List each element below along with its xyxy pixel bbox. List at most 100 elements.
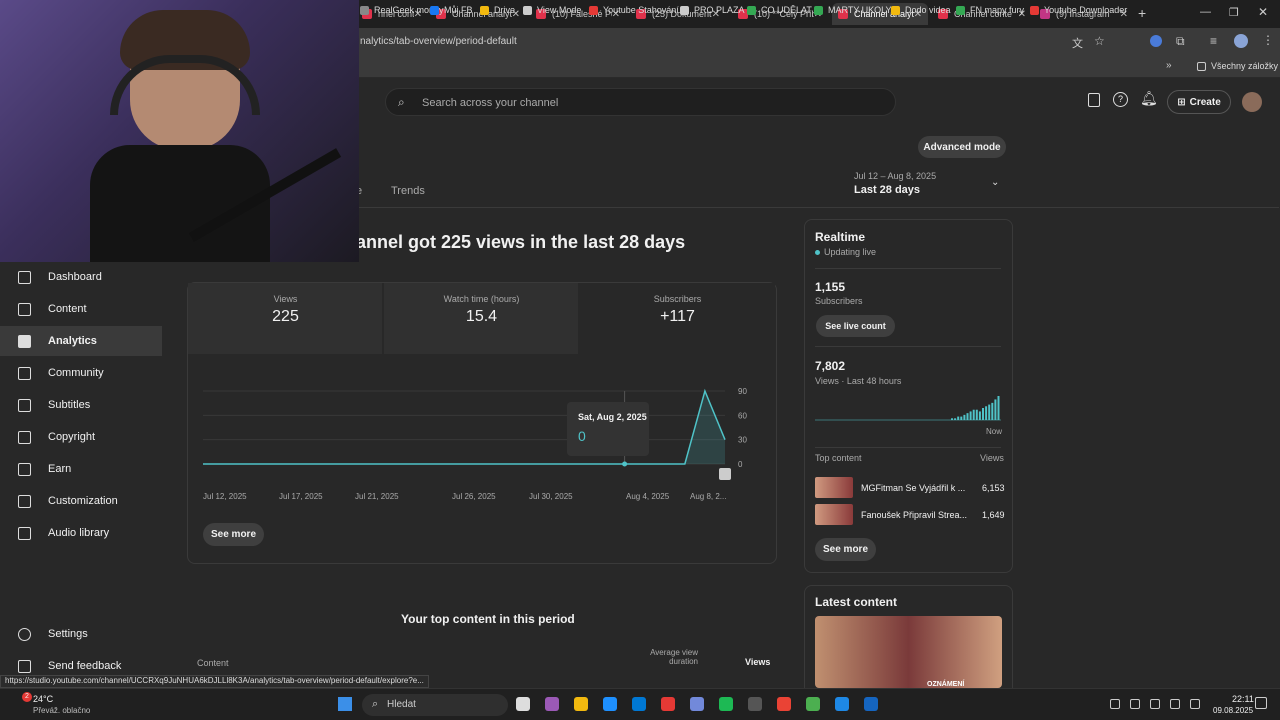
sidebar-item-subtitles[interactable]: Subtitles xyxy=(0,390,162,420)
period-label[interactable]: Last 28 days xyxy=(854,184,920,196)
sidebar-item-audio-library[interactable]: Audio library xyxy=(0,518,162,548)
taskbar-app-icon[interactable] xyxy=(690,697,704,711)
bookmark-item[interactable]: PRO PLAZA xyxy=(680,5,745,15)
sidebar-item-copyright[interactable]: Copyright xyxy=(0,422,162,452)
chart-hover-point[interactable] xyxy=(622,461,628,467)
taskbar-app-icon[interactable] xyxy=(516,697,530,711)
all-bookmarks[interactable]: Všechny záložky xyxy=(1197,61,1278,71)
sidebar-item-analytics[interactable]: Analytics xyxy=(0,326,162,356)
sidebar-item-community[interactable]: Community xyxy=(0,358,162,388)
video-thumbnail[interactable] xyxy=(815,504,853,525)
x-tick-label: Jul 26, 2025 xyxy=(452,492,496,501)
metric-value: 225 xyxy=(272,308,299,325)
metric-tab[interactable]: Watch time (hours) 15.4 xyxy=(384,283,579,354)
new-tab-button[interactable]: + xyxy=(1138,5,1146,21)
tab-trends[interactable]: Trends xyxy=(391,185,425,197)
translate-icon[interactable]: 文 xyxy=(1072,35,1083,51)
taskbar-app-icon[interactable] xyxy=(545,697,559,711)
status-text: Updating live xyxy=(824,247,877,257)
puzzle-icon[interactable]: ⧉ xyxy=(1176,34,1185,49)
taskbar-app-icon[interactable] xyxy=(719,697,733,711)
chevron-down-icon[interactable]: ⌄ xyxy=(991,177,999,188)
search-input[interactable]: Search across your channel xyxy=(422,97,558,109)
taskbar-app-icon[interactable] xyxy=(603,697,617,711)
bookmark-icon xyxy=(360,5,369,15)
windows-taskbar: 2 24°C Převáž. oblačno ⌕ Hledat 22:11 09… xyxy=(0,688,1280,720)
weather-temp[interactable]: 24°C xyxy=(33,694,53,704)
search-icon: ⌕ xyxy=(398,95,405,109)
clock-date[interactable]: 09.08.2025 xyxy=(1213,706,1253,715)
sidebar-item-label: Analytics xyxy=(48,335,97,347)
taskbar-app-icon[interactable] xyxy=(661,697,675,711)
avg-view-duration-header[interactable]: Average view duration xyxy=(628,648,698,666)
realtime-bar xyxy=(960,416,963,420)
bookmark-item[interactable]: Youtube Stahování xyxy=(589,5,679,15)
taskbar-app-icon[interactable] xyxy=(574,697,588,711)
taskbar-app-icon[interactable] xyxy=(864,697,878,711)
sidebar-item-dashboard[interactable]: Dashboard xyxy=(0,262,162,292)
taskbar-app-icon[interactable] xyxy=(835,697,849,711)
windows-start-icon[interactable] xyxy=(338,697,352,711)
bookmark-icon xyxy=(680,5,689,15)
bookmarks-overflow-icon[interactable]: » xyxy=(1166,60,1172,71)
sidebar-item-earn[interactable]: Earn xyxy=(0,454,162,484)
profile-avatar[interactable] xyxy=(1234,34,1248,48)
kebab-menu-icon[interactable]: ⋮ xyxy=(1262,33,1274,47)
top-content-title[interactable]: Fanoušek Připravil Strea... xyxy=(861,510,967,520)
taskbar-app-icon[interactable] xyxy=(632,697,646,711)
close-window-icon[interactable]: ✕ xyxy=(1258,5,1268,19)
create-button[interactable]: ⊞ Create xyxy=(1167,90,1231,114)
tray-icon[interactable] xyxy=(1190,699,1200,709)
video-thumbnail[interactable] xyxy=(815,477,853,498)
notification-center-icon[interactable] xyxy=(1255,697,1267,709)
bookmark-item[interactable]: Youtube Downloader xyxy=(1030,5,1127,15)
sidebar-item-customization[interactable]: Customization xyxy=(0,486,162,516)
sidebar-item-icon xyxy=(18,302,31,316)
metric-label: Watch time (hours) xyxy=(443,294,520,304)
notifications-bell-icon[interactable]: 🔔︎ xyxy=(1140,90,1158,107)
realtime-see-more-button[interactable]: See more xyxy=(815,538,876,561)
bookmark-item[interactable]: Můj FB xyxy=(430,5,473,15)
bookmark-item[interactable]: Dodo videa xyxy=(891,5,951,15)
divider xyxy=(815,268,1001,269)
taskbar-app-icon[interactable] xyxy=(806,697,820,711)
url-text[interactable]: nalytics/tab-overview/period-default xyxy=(360,36,517,47)
weather-desc[interactable]: Převáž. oblačno xyxy=(33,706,90,715)
views-column-header[interactable]: Views xyxy=(745,657,770,667)
channel-avatar[interactable] xyxy=(1242,92,1262,112)
clock-time[interactable]: 22:11 xyxy=(1232,694,1254,704)
tray-icon[interactable] xyxy=(1150,699,1160,709)
bookmark-item[interactable]: Drive xyxy=(480,5,515,15)
taskbar-app-icon[interactable] xyxy=(777,697,791,711)
maximize-icon[interactable]: ❐ xyxy=(1229,6,1239,19)
metric-tab[interactable]: Views 225 xyxy=(188,283,383,354)
bookmark-item[interactable]: View Mode xyxy=(523,5,581,15)
see-more-button[interactable]: See more xyxy=(203,523,264,546)
latest-video-thumbnail[interactable]: OZNÁMENÍ xyxy=(815,616,1002,688)
tray-icon[interactable] xyxy=(1110,699,1120,709)
metric-value: +117 xyxy=(660,308,695,325)
bookmark-item[interactable]: CO UDĚLAT xyxy=(747,5,812,15)
feedback-icon[interactable] xyxy=(1088,93,1100,107)
bookmark-star-icon[interactable]: ☆ xyxy=(1094,34,1105,48)
subs-value: 1,155 xyxy=(815,280,846,294)
extension-icon[interactable] xyxy=(1150,35,1162,47)
help-icon[interactable]: ? xyxy=(1113,92,1128,107)
top-content-title[interactable]: MGFitman Se Vyjádřil k ... xyxy=(861,483,965,493)
minimize-icon[interactable]: — xyxy=(1200,6,1211,18)
bookmark-item[interactable]: FN mapy fury xyxy=(956,5,1024,15)
sidebar-item-settings[interactable]: Settings xyxy=(0,619,162,649)
see-live-count-button[interactable]: See live count xyxy=(816,315,895,337)
taskbar-app-icon[interactable] xyxy=(748,697,762,711)
sidebar-item-content[interactable]: Content xyxy=(0,294,162,324)
search-box[interactable]: ⌕ Search across your channel xyxy=(385,88,896,116)
play-icon[interactable] xyxy=(719,468,731,480)
metric-tab[interactable]: Subscribers +117 xyxy=(580,283,775,354)
taskbar-search[interactable]: ⌕ Hledat xyxy=(362,694,508,716)
bookmark-item[interactable]: MARTY UKOLY xyxy=(814,5,892,15)
tray-icon[interactable] xyxy=(1130,699,1140,709)
menu-list-icon[interactable]: ≡ xyxy=(1210,34,1217,48)
y-tick-label: 60 xyxy=(738,411,747,420)
tray-icon[interactable] xyxy=(1170,699,1180,709)
advanced-mode-button[interactable]: Advanced mode xyxy=(918,136,1006,158)
